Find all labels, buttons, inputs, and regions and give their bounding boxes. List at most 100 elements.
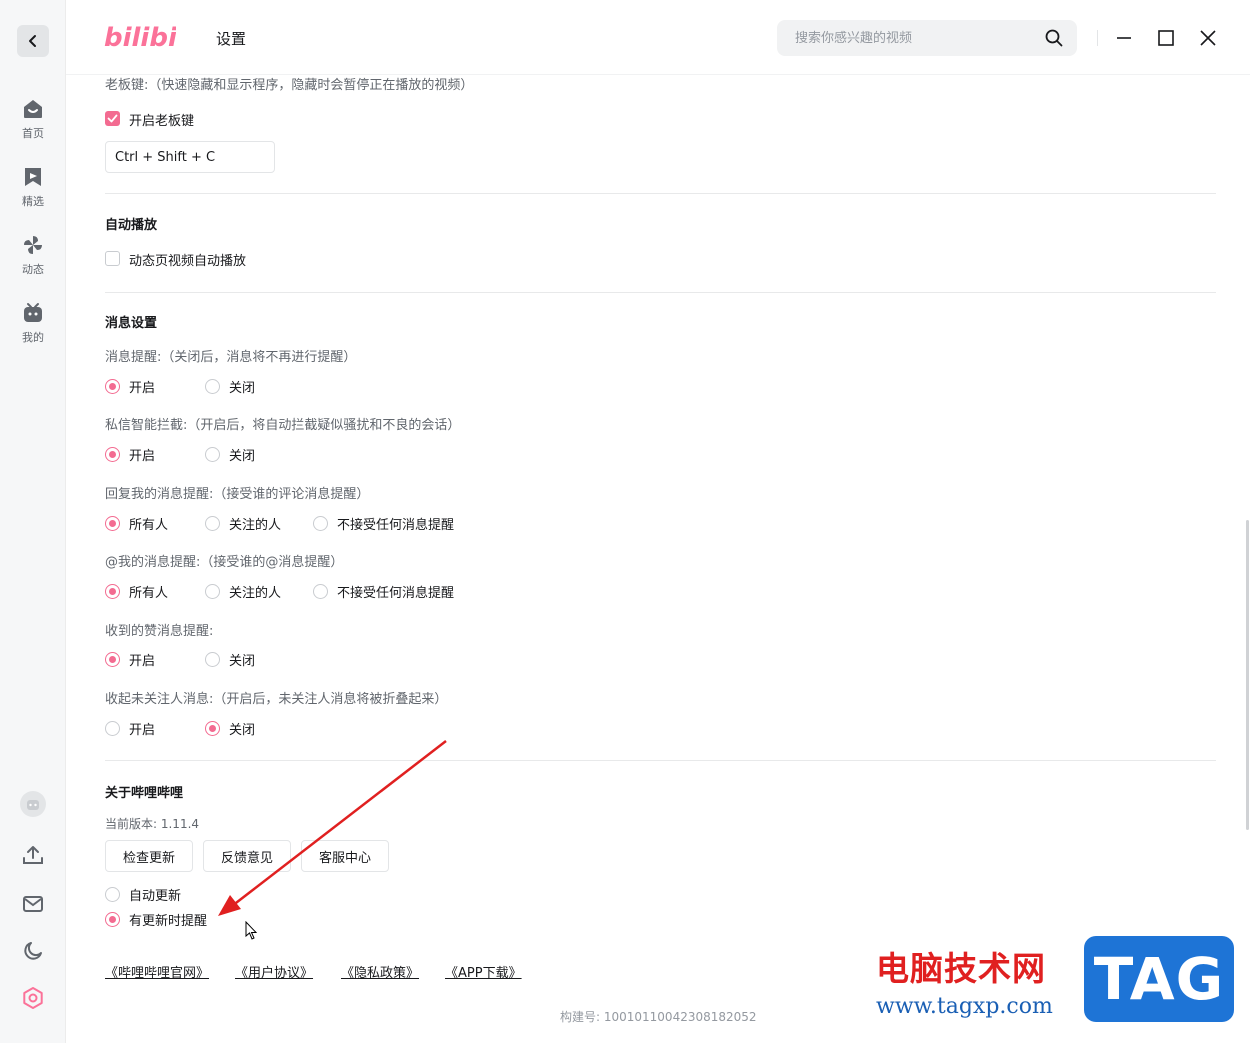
maximize-button[interactable] — [1154, 26, 1178, 50]
moon-icon — [24, 942, 42, 960]
autoplay-checkbox[interactable] — [105, 251, 120, 266]
sidebar-theme[interactable] — [0, 939, 66, 963]
radio-button[interactable] — [105, 516, 120, 531]
minimize-icon — [1117, 37, 1131, 39]
message-reminder-on[interactable]: 开启 — [105, 377, 155, 396]
bilibili-logo[interactable]: bilibili — [104, 20, 196, 58]
like-reminder-off[interactable]: 关闭 — [205, 650, 255, 669]
close-icon — [1200, 30, 1216, 46]
sidebar-item-mine[interactable]: 我的 — [0, 301, 66, 345]
user-agreement-link[interactable]: 《用户协议》 — [235, 962, 313, 981]
mention-reminder-label: @我的消息提醒:（接受谁的@消息提醒） — [105, 555, 344, 570]
mention-reminder-following[interactable]: 关注的人 — [205, 582, 281, 601]
logo-text: bilibili — [104, 23, 176, 53]
radio-button[interactable] — [313, 516, 328, 531]
radio-button[interactable] — [205, 584, 220, 599]
close-button[interactable] — [1196, 26, 1220, 50]
fold-strangers-on[interactable]: 开启 — [105, 719, 155, 738]
radio-label: 不接受任何消息提醒 — [337, 586, 455, 601]
checkmark-icon — [107, 114, 118, 123]
boss-key-checkbox-label[interactable]: 开启老板键 — [129, 110, 194, 129]
messages-heading: 消息设置 — [105, 316, 158, 331]
section-divider — [105, 292, 1216, 293]
reply-reminder-none[interactable]: 不接受任何消息提醒 — [313, 514, 454, 533]
radio-label: 关注的人 — [229, 586, 282, 601]
radio-button[interactable] — [205, 652, 220, 667]
home-icon — [24, 100, 42, 118]
boss-key-checkbox[interactable] — [105, 111, 120, 126]
scrollbar[interactable] — [1246, 520, 1249, 830]
radio-button[interactable] — [205, 516, 220, 531]
radio-button[interactable] — [105, 887, 120, 902]
dm-intercept-on[interactable]: 开启 — [105, 445, 155, 464]
boss-key-hotkey-input[interactable] — [105, 141, 275, 173]
reply-reminder-all[interactable]: 所有人 — [105, 514, 168, 533]
search-input[interactable] — [777, 20, 1037, 56]
reply-reminder-following[interactable]: 关注的人 — [205, 514, 281, 533]
radio-label: 有更新时提醒 — [129, 914, 208, 929]
check-update-button[interactable]: 检查更新 — [105, 840, 193, 872]
sidebar-item-featured[interactable]: 精选 — [0, 165, 66, 209]
radio-label: 关闭 — [229, 381, 256, 396]
dm-intercept-off[interactable]: 关闭 — [205, 445, 255, 464]
radio-button[interactable] — [105, 912, 120, 927]
feedback-button[interactable]: 反馈意见 — [203, 840, 291, 872]
sidebar-avatar[interactable] — [0, 790, 66, 818]
sidebar-item-label: 我的 — [22, 331, 44, 344]
fold-strangers-label: 收起未关注人消息:（开启后，未关注人消息将被折叠起来） — [105, 692, 448, 707]
radio-label: 关闭 — [229, 654, 256, 669]
bookmark-icon — [25, 168, 41, 186]
back-button[interactable] — [17, 25, 49, 57]
radio-button[interactable] — [205, 379, 220, 394]
sidebar-item-label: 首页 — [22, 127, 44, 140]
sidebar-upload[interactable] — [0, 843, 66, 867]
radio-button[interactable] — [105, 379, 120, 394]
about-heading: 关于哔哩哔哩 — [105, 786, 184, 801]
auto-update-option[interactable]: 自动更新 — [105, 885, 181, 904]
section-divider — [105, 193, 1216, 194]
fold-strangers-off[interactable]: 关闭 — [205, 719, 255, 738]
dm-intercept-label: 私信智能拦截:（开启后，将自动拦截疑似骚扰和不良的会话） — [105, 418, 461, 433]
tv-icon — [24, 303, 42, 322]
minimize-button[interactable] — [1112, 26, 1136, 50]
radio-label: 不接受任何消息提醒 — [337, 518, 455, 533]
like-reminder-on[interactable]: 开启 — [105, 650, 155, 669]
app-download-link[interactable]: 《APP下载》 — [445, 962, 522, 981]
radio-button[interactable] — [313, 584, 328, 599]
watermark-tag-text: TAG — [1093, 945, 1225, 1013]
search-box[interactable] — [777, 20, 1077, 56]
radio-button[interactable] — [105, 447, 120, 462]
radio-button[interactable] — [105, 721, 120, 736]
radio-label: 自动更新 — [129, 889, 182, 904]
mention-reminder-none[interactable]: 不接受任何消息提醒 — [313, 582, 454, 601]
privacy-policy-link[interactable]: 《隐私政策》 — [341, 962, 419, 981]
message-reminder-off[interactable]: 关闭 — [205, 377, 255, 396]
section-divider — [105, 760, 1216, 761]
sidebar-item-label: 动态 — [22, 263, 44, 276]
mention-reminder-all[interactable]: 所有人 — [105, 582, 168, 601]
settings-icon — [23, 987, 43, 1009]
official-site-link[interactable]: 《哔哩哔哩官网》 — [105, 962, 209, 981]
mail-icon — [23, 896, 43, 912]
autoplay-checkbox-label[interactable]: 动态页视频自动播放 — [129, 250, 246, 269]
radio-button[interactable] — [205, 721, 220, 736]
chevron-left-icon — [29, 35, 36, 47]
radio-button[interactable] — [205, 447, 220, 462]
sidebar-item-home[interactable]: 首页 — [0, 97, 66, 141]
radio-button[interactable] — [105, 584, 120, 599]
customer-service-button[interactable]: 客服中心 — [301, 840, 389, 872]
search-icon[interactable] — [1045, 29, 1063, 47]
avatar-icon — [20, 791, 46, 817]
page-title: 设置 — [216, 30, 247, 48]
sidebar-messages[interactable] — [0, 892, 66, 916]
build-number: 构建号: 10010110042308182052 — [560, 1010, 757, 1024]
sidebar-item-dynamic[interactable]: 动态 — [0, 233, 66, 277]
radio-label: 关闭 — [229, 723, 256, 738]
radio-label: 开启 — [129, 449, 156, 464]
watermark-url: www.tagxp.com — [876, 994, 1053, 1019]
sidebar-settings[interactable] — [0, 986, 66, 1010]
radio-label: 开启 — [129, 723, 156, 738]
notify-update-option[interactable]: 有更新时提醒 — [105, 910, 207, 929]
like-reminder-label: 收到的赞消息提醒: — [105, 624, 214, 639]
radio-button[interactable] — [105, 652, 120, 667]
